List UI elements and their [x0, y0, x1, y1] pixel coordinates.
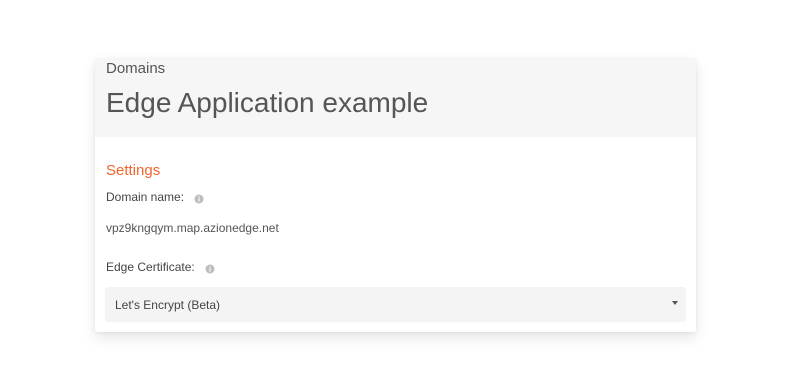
page-title: Edge Application example — [106, 87, 429, 118]
card-header: Domains Edge Application example — [95, 58, 696, 137]
edge-certificate-selected-value: Let's Encrypt (Beta) — [115, 298, 220, 312]
edge-certificate-label: Edge Certificate: — [106, 260, 195, 274]
caret-down-icon — [672, 301, 678, 305]
edge-certificate-select[interactable]: Let's Encrypt (Beta) — [105, 287, 686, 322]
info-icon[interactable] — [205, 262, 215, 274]
section-title-settings: Settings — [106, 162, 161, 179]
domain-name-label: Domain name: — [106, 190, 185, 204]
domain-name-value: vpz9kngqym.map.azionedge.net — [106, 221, 279, 235]
domain-card: Domains Edge Application example Setting… — [95, 58, 696, 332]
edge-certificate-label-row: Edge Certificate: — [106, 259, 215, 275]
info-icon[interactable] — [194, 192, 204, 204]
breadcrumb[interactable]: Domains — [106, 60, 165, 78]
domain-name-label-row: Domain name: — [106, 189, 204, 205]
